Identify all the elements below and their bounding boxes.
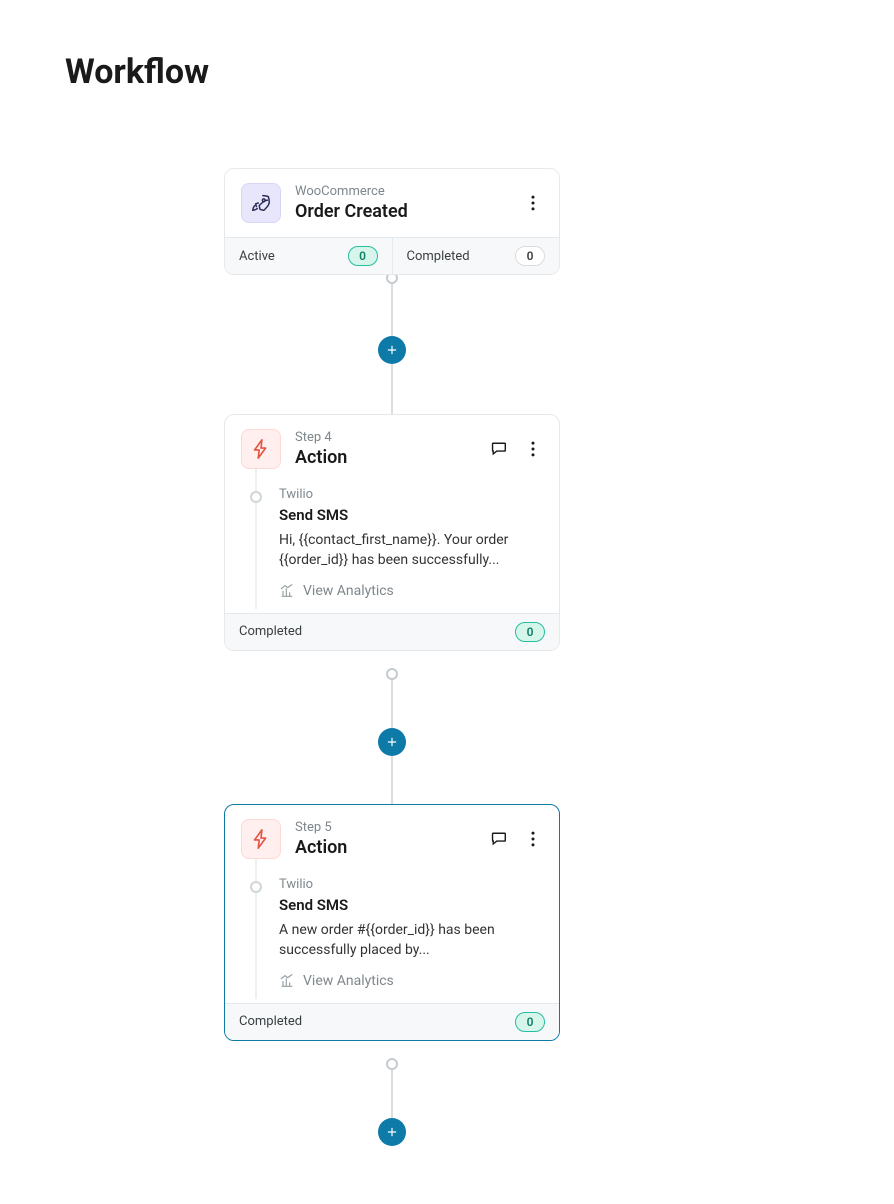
rocket-icon: [241, 183, 281, 223]
action-provider: Twilio: [279, 487, 543, 502]
add-step-button[interactable]: [378, 728, 406, 756]
lightning-icon: [241, 429, 281, 469]
sub-node: [250, 881, 262, 893]
comment-button[interactable]: [489, 829, 509, 849]
plus-icon: [385, 343, 399, 357]
more-menu-button[interactable]: [523, 193, 543, 213]
add-step-button[interactable]: [378, 1118, 406, 1146]
message-preview: A new order #{{order_id}} has been succe…: [279, 920, 529, 961]
card-header: Step 4 Action: [225, 415, 559, 483]
connector-line: [391, 756, 393, 804]
add-step-button[interactable]: [378, 336, 406, 364]
completed-metric: Completed 0: [225, 1004, 559, 1040]
plus-icon: [385, 1125, 399, 1139]
connector-node: [386, 1058, 398, 1070]
connector-node: [386, 668, 398, 680]
active-count-pill: 0: [348, 246, 378, 266]
chart-icon: [279, 973, 295, 989]
step-title: Action: [295, 837, 475, 858]
message-preview: Hi, {{contact_first_name}}. Your order {…: [279, 530, 529, 571]
action-name: Send SMS: [279, 896, 543, 914]
sub-node: [250, 491, 262, 503]
connector-line: [391, 672, 393, 728]
connector-line: [391, 364, 393, 414]
trigger-card[interactable]: WooCommerce Order Created Active 0 Compl…: [224, 168, 560, 275]
view-analytics-link[interactable]: View Analytics: [279, 583, 543, 599]
card-footer: Completed 0: [225, 1003, 559, 1040]
dots-vertical-icon: [523, 829, 543, 849]
comment-icon: [489, 439, 509, 459]
active-label: Active: [239, 249, 275, 264]
more-menu-button[interactable]: [523, 829, 543, 849]
completed-count-pill: 0: [515, 246, 545, 266]
card-body: Twilio Send SMS A new order #{{order_id}…: [225, 873, 559, 1003]
completed-count-pill: 0: [515, 1012, 545, 1032]
more-menu-button[interactable]: [523, 439, 543, 459]
analytics-label: View Analytics: [303, 583, 394, 599]
connector-line: [391, 276, 393, 336]
action-provider: Twilio: [279, 877, 543, 892]
trigger-title: Order Created: [295, 201, 509, 222]
dots-vertical-icon: [523, 193, 543, 213]
step-overline: Step 4: [295, 430, 475, 445]
completed-count-pill: 0: [515, 622, 545, 642]
comment-icon: [489, 829, 509, 849]
card-footer: Active 0 Completed 0: [225, 237, 559, 274]
card-header: WooCommerce Order Created: [225, 169, 559, 237]
completed-metric: Completed 0: [392, 238, 560, 274]
card-footer: Completed 0: [225, 613, 559, 650]
active-metric: Active 0: [225, 238, 392, 274]
analytics-label: View Analytics: [303, 973, 394, 989]
step-overline: Step 5: [295, 820, 475, 835]
plus-icon: [385, 735, 399, 749]
card-body: Twilio Send SMS Hi, {{contact_first_name…: [225, 483, 559, 613]
step-5-card[interactable]: Step 5 Action Twilio Send SMS A new orde…: [224, 804, 560, 1041]
action-name: Send SMS: [279, 506, 543, 524]
comment-button[interactable]: [489, 439, 509, 459]
connector-line: [391, 1062, 393, 1118]
card-header: Step 5 Action: [225, 805, 559, 873]
lightning-icon: [241, 819, 281, 859]
dots-vertical-icon: [523, 439, 543, 459]
view-analytics-link[interactable]: View Analytics: [279, 973, 543, 989]
completed-label: Completed: [239, 1014, 302, 1029]
step-title: Action: [295, 447, 475, 468]
completed-label: Completed: [407, 249, 470, 264]
workflow-canvas: WooCommerce Order Created Active 0 Compl…: [0, 0, 894, 1204]
trigger-source: WooCommerce: [295, 184, 509, 199]
step-4-card[interactable]: Step 4 Action Twilio Send SMS Hi, {{cont…: [224, 414, 560, 651]
completed-label: Completed: [239, 624, 302, 639]
chart-icon: [279, 583, 295, 599]
completed-metric: Completed 0: [225, 614, 559, 650]
